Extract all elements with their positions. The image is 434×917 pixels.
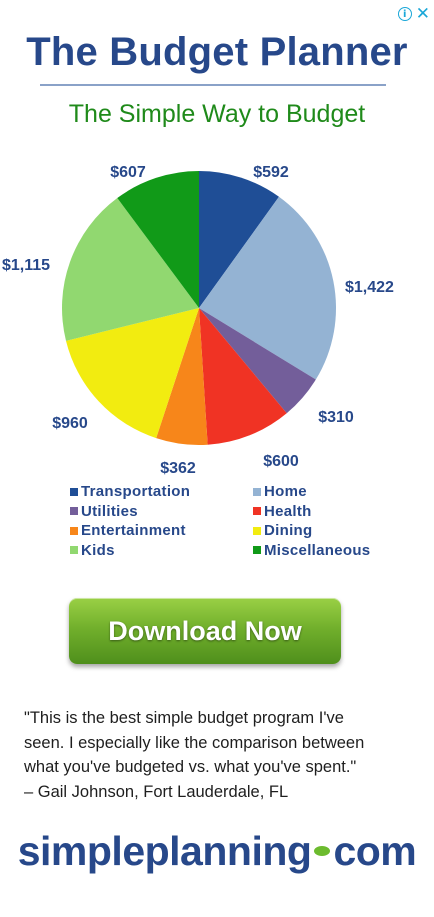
- logo-dot-icon: [314, 846, 331, 856]
- legend-swatch: [253, 487, 261, 496]
- pie-legend: Transportation Home Utilities Health Enterta…: [70, 482, 410, 560]
- title-divider: [40, 84, 386, 86]
- legend-label: Home: [264, 483, 307, 501]
- ad-choices[interactable]: i ✕: [397, 6, 430, 23]
- legend-item-entertainment: Entertainment: [70, 521, 253, 541]
- slice-value-label: $362: [160, 460, 196, 477]
- legend-swatch: [253, 507, 261, 516]
- quote-line: seen. I especially like the comparison b…: [24, 733, 365, 752]
- legend-swatch: [70, 507, 78, 516]
- legend-label: Transportation: [81, 483, 191, 501]
- legend-item-miscellaneous: Miscellaneous: [253, 541, 403, 561]
- quote-line: what you've budgeted vs. what you've spe…: [24, 758, 357, 776]
- quote-line: – Gail Johnson, Fort Lauderdale, FL: [24, 782, 289, 801]
- legend-item-utilities: Utilities: [70, 502, 253, 522]
- slice-value-label: $1,115: [2, 257, 50, 274]
- legend-label: Miscellaneous: [264, 541, 371, 559]
- legend-label: Kids: [81, 541, 115, 559]
- legend-item-home: Home: [253, 482, 403, 502]
- legend-swatch: [253, 546, 261, 555]
- slice-value-label: $600: [263, 453, 299, 470]
- legend-label: Health: [264, 502, 312, 520]
- logo-text-left: simpleplanning: [17, 828, 312, 874]
- ad-title[interactable]: The Budget Planner: [0, 30, 434, 75]
- testimonial-quote[interactable]: "This is the best simple budget program …: [24, 706, 416, 804]
- legend-item-transportation: Transportation: [70, 482, 253, 502]
- ad-subtitle[interactable]: The Simple Way to Budget: [0, 100, 434, 129]
- simpleplanning-logo[interactable]: simpleplanning com: [0, 828, 434, 875]
- logo-text-right: com: [333, 828, 417, 874]
- slice-value-label: $592: [253, 164, 289, 181]
- legend-swatch: [70, 526, 78, 535]
- legend-label: Utilities: [81, 502, 138, 520]
- slice-value-label: $960: [52, 415, 88, 432]
- legend-item-health: Health: [253, 502, 403, 522]
- legend-swatch: [253, 526, 261, 535]
- info-icon[interactable]: i: [397, 7, 412, 21]
- quote-line: "This is the best simple budget program …: [24, 709, 344, 727]
- pie-svg: $592 $1,422 $310 $600 $362 $960 $1,115 $607: [2, 164, 394, 477]
- download-now-button[interactable]: Download Now: [69, 598, 341, 664]
- legend-item-kids: Kids: [70, 541, 253, 561]
- legend-label: Entertainment: [81, 522, 186, 540]
- legend-label: Dining: [264, 522, 313, 540]
- slice-value-label: $310: [318, 409, 354, 426]
- slice-value-label: $1,422: [345, 279, 394, 296]
- slice-value-label: $607: [110, 164, 146, 181]
- budget-pie-chart[interactable]: $592 $1,422 $310 $600 $362 $960 $1,115 $607: [0, 150, 434, 480]
- legend-swatch: [70, 546, 78, 555]
- legend-swatch: [70, 487, 78, 496]
- close-icon[interactable]: ✕: [416, 6, 430, 23]
- legend-item-dining: Dining: [253, 521, 403, 541]
